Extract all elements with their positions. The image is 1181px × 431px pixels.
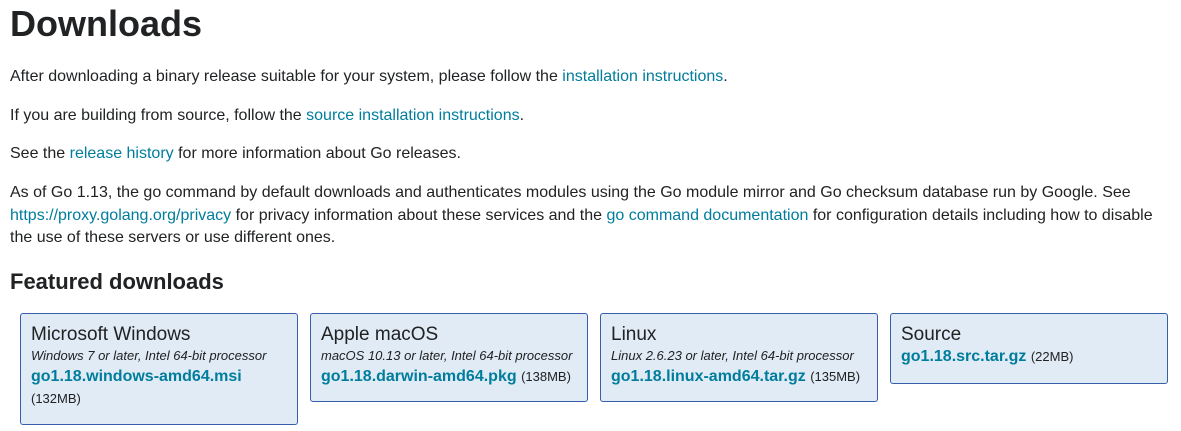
macos-download-link[interactable]: go1.18.darwin-amd64.pkg [321,368,517,385]
history-text-end: for more information about Go releases. [173,145,461,162]
page-title: Downloads [10,3,203,44]
file-size: (22MB) [1030,349,1074,364]
download-card-macos[interactable]: Apple macOS macOS 10.13 or later, Intel … [310,313,588,402]
card-title: Apple macOS [321,324,439,345]
intro-text-end: . [723,68,728,85]
windows-download-link[interactable]: go1.18.windows-amd64.msi [31,366,287,388]
intro-text: After downloading a binary release suita… [10,68,563,85]
downloads-page: Downloads After downloading a binary rel… [0,0,1181,431]
card-subtitle: macOS 10.13 or later, Intel 64-bit proce… [321,348,573,363]
intro-paragraph: After downloading a binary release suita… [10,66,1170,89]
download-card-linux[interactable]: Linux Linux 2.6.23 or later, Intel 64-bi… [600,313,878,402]
source-text-end: . [519,107,525,124]
go-command-documentation-link[interactable]: go command documentation [606,207,808,224]
release-history-link[interactable]: release history [70,145,174,162]
modules-paragraph: As of Go 1.13, the go command by default… [10,182,1170,250]
card-title: Microsoft Windows [31,324,191,345]
card-title: Source [901,324,962,345]
installation-instructions-link[interactable]: installation instructions [562,68,723,85]
download-card-source[interactable]: Source go1.18.src.tar.gz (22MB) [890,313,1168,384]
card-subtitle: Windows 7 or later, Intel 64-bit process… [31,348,267,363]
proxy-privacy-link[interactable]: https://proxy.golang.org/privacy [10,207,231,224]
source-paragraph: If you are building from source, follow … [10,105,1170,128]
modules-text-2: for privacy information about these serv… [231,206,607,224]
file-size: (135MB) [810,369,861,384]
history-text: See the [10,145,70,162]
source-text: If you are building from source, follow … [10,107,307,124]
card-title: Linux [611,324,657,345]
file-size: (132MB) [31,391,81,406]
source-download-link[interactable]: go1.18.src.tar.gz [901,348,1026,365]
history-paragraph: See the release history for more informa… [10,143,1170,166]
file-size: (138MB) [521,369,571,384]
source-installation-instructions-link[interactable]: source installation instructions [306,107,519,124]
linux-download-link[interactable]: go1.18.linux-amd64.tar.gz [611,368,806,385]
card-subtitle: Linux 2.6.23 or later, Intel 64-bit proc… [611,348,854,363]
featured-downloads-heading: Featured downloads [10,269,224,294]
download-card-windows[interactable]: Microsoft Windows Windows 7 or later, In… [20,313,298,425]
modules-text-1: As of Go 1.13, the go command by default… [10,184,1131,201]
